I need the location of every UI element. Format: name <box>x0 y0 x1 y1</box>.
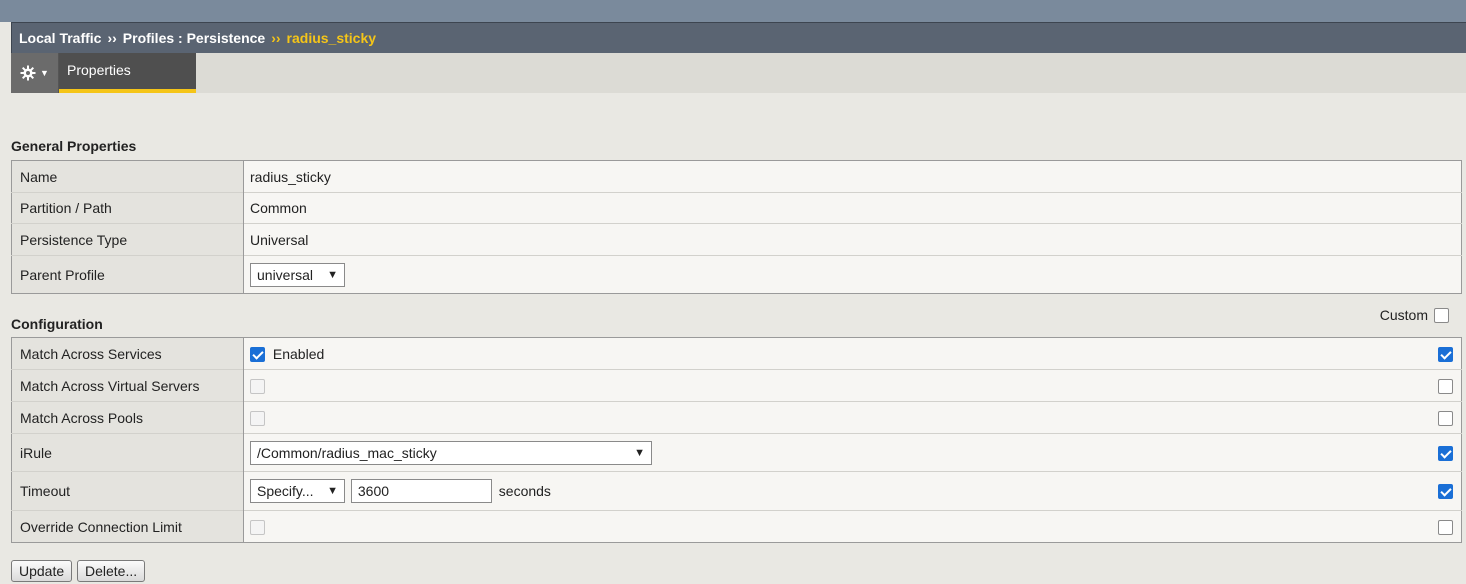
custom-checkbox-match-services[interactable] <box>1437 346 1453 362</box>
irule-label: iRule <box>11 433 244 472</box>
chevron-down-icon: ▼ <box>327 268 338 281</box>
general-properties-table: Name radius_sticky Partition / Path Comm… <box>11 160 1462 294</box>
parent-profile-select[interactable]: universal ▼ <box>250 262 345 287</box>
update-button[interactable]: Update <box>11 560 73 582</box>
name-value: radius_sticky <box>250 168 331 185</box>
timeout-label: Timeout <box>11 471 244 511</box>
table-row: Timeout Specify... ▼ 3600 seconds <box>11 471 1462 511</box>
tab-properties[interactable]: Properties <box>59 53 196 93</box>
table-row: Override Connection Limit <box>11 510 1462 543</box>
override-connection-limit-checkbox[interactable] <box>250 519 265 535</box>
breadcrumb-separator: ›› <box>271 30 281 46</box>
table-row: iRule /Common/radius_mac_sticky ▼ <box>11 433 1462 472</box>
irule-value: /Common/radius_mac_sticky <box>257 444 437 461</box>
persistence-type-value: Universal <box>243 223 1462 256</box>
parent-profile-value: universal <box>257 266 314 283</box>
custom-checkbox-timeout[interactable] <box>1437 484 1453 500</box>
configuration-table: Match Across Services Enabled Match Acro… <box>11 337 1462 543</box>
match-across-virtual-servers-label: Match Across Virtual Servers <box>11 369 244 402</box>
match-across-services-text: Enabled <box>272 346 325 363</box>
breadcrumb-profiles-persistence[interactable]: Profiles : Persistence <box>123 30 265 46</box>
breadcrumb: Local Traffic ›› Profiles : Persistence … <box>11 22 1466 53</box>
match-across-pools-checkbox[interactable] <box>250 410 265 426</box>
chevron-down-icon: ▼ <box>327 485 338 497</box>
breadcrumb-local-traffic[interactable]: Local Traffic <box>19 30 101 46</box>
match-across-services-label: Match Across Services <box>11 337 244 370</box>
table-row: Persistence Type Universal <box>11 223 1462 256</box>
custom-checkbox-match-pools[interactable] <box>1437 410 1453 426</box>
irule-select[interactable]: /Common/radius_mac_sticky ▼ <box>250 440 652 465</box>
name-label: Name <box>11 160 244 193</box>
custom-checkbox-match-virtual[interactable] <box>1437 378 1453 394</box>
table-row: Match Across Services Enabled <box>11 337 1462 370</box>
match-across-pools-label: Match Across Pools <box>11 401 244 434</box>
configuration-title: Configuration <box>11 316 103 332</box>
custom-checkbox-irule[interactable] <box>1437 445 1453 461</box>
custom-all-checkbox[interactable] <box>1434 307 1449 323</box>
breadcrumb-separator: ›› <box>107 30 117 46</box>
match-across-services-checkbox[interactable] <box>250 346 265 362</box>
parent-profile-label: Parent Profile <box>11 255 244 294</box>
general-properties-title: General Properties <box>11 138 137 154</box>
timeout-unit: seconds <box>498 483 551 499</box>
table-row: Parent Profile universal ▼ <box>11 255 1462 294</box>
top-banner <box>0 0 1466 22</box>
custom-checkbox-override-limit[interactable] <box>1437 519 1453 535</box>
partition-value: Common <box>243 192 1462 224</box>
persistence-type-label: Persistence Type <box>11 223 244 256</box>
delete-button[interactable]: Delete... <box>77 560 146 582</box>
table-row: Match Across Virtual Servers <box>11 369 1462 402</box>
timeout-input[interactable]: 3600 <box>350 479 492 503</box>
partition-label: Partition / Path <box>11 192 244 224</box>
custom-header: Custom <box>1380 307 1449 323</box>
timeout-mode-select[interactable]: Specify... ▼ <box>250 479 345 503</box>
gear-icon <box>20 65 36 81</box>
timeout-mode-value: Specify... <box>257 483 314 499</box>
gear-menu-button[interactable]: ▼ <box>11 53 59 93</box>
table-row: Name radius_sticky <box>11 160 1462 193</box>
chevron-down-icon: ▼ <box>40 68 49 78</box>
table-row: Partition / Path Common <box>11 192 1462 224</box>
table-row: Match Across Pools <box>11 401 1462 434</box>
override-connection-limit-label: Override Connection Limit <box>11 510 244 543</box>
match-across-virtual-servers-checkbox[interactable] <box>250 378 265 394</box>
chevron-down-icon: ▼ <box>634 446 645 459</box>
custom-label: Custom <box>1379 307 1428 323</box>
tab-bar: ▼ Properties <box>11 53 1466 93</box>
breadcrumb-current: radius_sticky <box>286 30 377 46</box>
